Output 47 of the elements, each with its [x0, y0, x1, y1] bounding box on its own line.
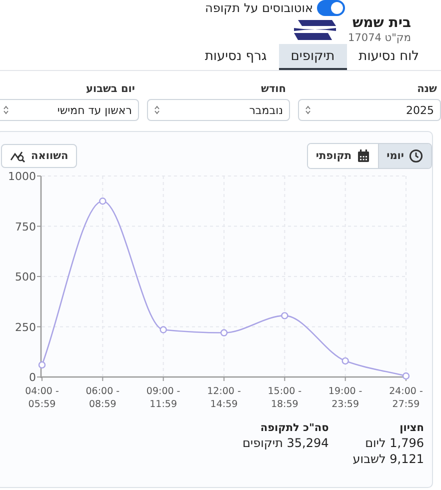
x-tick-label: 09:00 - 11:59	[146, 386, 180, 410]
compare-button[interactable]: השוואה	[1, 144, 78, 168]
x-tick-label: 04:00 - 05:59	[25, 386, 59, 410]
select-field[interactable]: ראשון עד חמישי	[0, 99, 139, 121]
data-point	[99, 198, 106, 205]
x-tick-label: 12:00 - 14:59	[207, 386, 241, 410]
data-point	[160, 326, 167, 334]
stat-title: חציון	[398, 422, 424, 434]
filter-label: יום בשבוע	[84, 83, 136, 95]
tab[interactable]: תיקופים	[278, 44, 347, 70]
station-name: בית שמש	[352, 15, 411, 32]
logo-icon	[292, 18, 338, 42]
filter-label: חודש	[260, 83, 287, 95]
clock-icon	[409, 149, 423, 163]
data-point	[402, 372, 410, 380]
select-field[interactable]: 2025	[298, 99, 441, 121]
data-point	[220, 329, 228, 336]
chevron-updown-icon	[154, 105, 160, 115]
stat-title: סה"כ לתקופה	[259, 422, 329, 434]
x-tick-label: 06:00 - 08:59	[86, 386, 120, 410]
station-code: מק"ט 17074	[348, 32, 411, 45]
chevron-updown-icon	[3, 105, 9, 115]
stat-value: 9,121 לשבוע	[352, 452, 424, 466]
y-tick-label: 0	[29, 371, 36, 384]
x-tick-label: 24:00 - 27:59	[389, 386, 423, 410]
x-tick-label: 15:00 - 18:59	[268, 386, 302, 410]
x-tick-label: 19:00 - 23:59	[328, 386, 362, 410]
chart-search-icon	[10, 150, 26, 162]
toggle-label: אוטובוסים על תקופה	[205, 1, 313, 15]
chevron-updown-icon	[305, 105, 311, 115]
stat-value: 1,796 ליום	[364, 436, 424, 450]
stat-value: 35,294 תיקופים	[242, 436, 329, 450]
view-mode-button[interactable]: תקופתי	[308, 144, 379, 168]
tab[interactable]: לוח נסיעות	[346, 44, 431, 70]
view-mode-button[interactable]: יומי	[378, 144, 431, 168]
y-tick-label: 750	[15, 220, 36, 234]
data-point	[38, 361, 46, 369]
data-point	[281, 312, 288, 320]
calendar-icon	[356, 149, 370, 163]
y-tick-label: 250	[15, 320, 36, 334]
y-tick-label: 500	[15, 270, 36, 284]
tab[interactable]: גרף נסיעות	[192, 44, 279, 70]
filter-label: שנה	[416, 83, 438, 95]
data-point	[342, 357, 349, 365]
select-field[interactable]: נובמבר	[147, 99, 290, 121]
y-tick-label: 1000	[8, 170, 36, 183]
toggle-switch[interactable]	[317, 0, 345, 16]
